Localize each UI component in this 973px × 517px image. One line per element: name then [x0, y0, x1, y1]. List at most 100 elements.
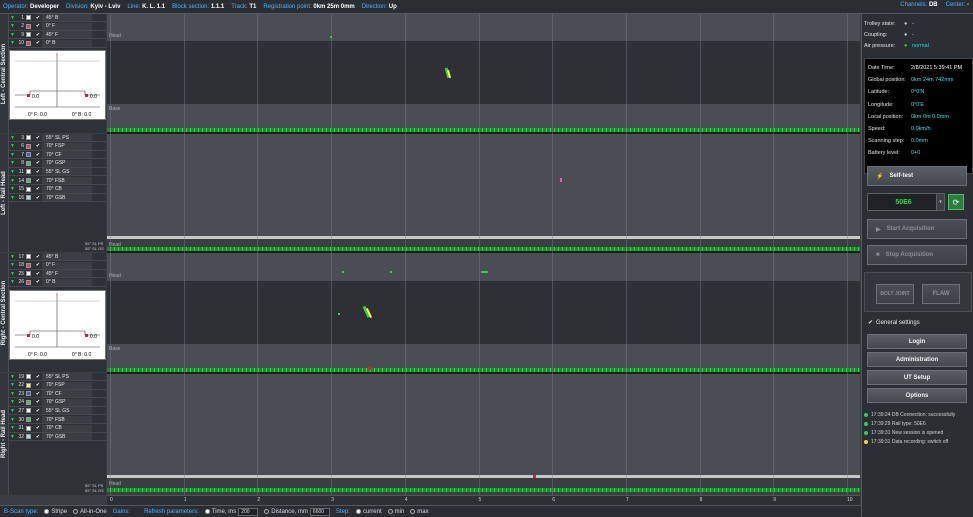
channel-visible-checkbox[interactable]: [34, 408, 42, 414]
bolt-joint-button[interactable]: BOLT JOINT: [876, 284, 914, 304]
log-status-dot: [864, 430, 868, 435]
channel-row[interactable]: ▼ 6 70° FSP: [9, 142, 106, 151]
channel-row[interactable]: ▼30 70° FSB: [9, 416, 106, 424]
stop-acquisition-button[interactable]: ■ Stop Acquisition: [867, 245, 967, 265]
channel-row[interactable]: ▼ 2 0° F: [9, 22, 106, 31]
options-label: Options: [905, 392, 929, 399]
rail-type-select[interactable]: 50E6: [867, 193, 940, 211]
channel-visible-checkbox[interactable]: [34, 382, 42, 388]
channel-number: 2: [21, 23, 24, 30]
channel-visible-checkbox[interactable]: [34, 195, 42, 201]
channel-visible-checkbox[interactable]: [34, 32, 42, 38]
start-acquisition-button[interactable]: ▶ Start Acquisition: [867, 219, 967, 239]
channel-visible-checkbox[interactable]: [34, 135, 42, 141]
channel-row[interactable]: ▼18 0° F: [9, 261, 106, 270]
channel-visible-checkbox[interactable]: [34, 279, 42, 285]
apply-icon[interactable]: ⟳: [948, 194, 964, 210]
channel-name: 70° GSB: [42, 194, 92, 202]
step-current-label: current: [362, 508, 382, 515]
channel-visible-checkbox[interactable]: [34, 374, 42, 380]
axis-tick-label: 1: [183, 497, 187, 503]
center-value[interactable]: -: [967, 2, 969, 8]
channel-row[interactable]: ▼15 70° CB: [9, 185, 106, 194]
time-input[interactable]: 200: [238, 507, 259, 516]
channel-row[interactable]: ▼25 45° F: [9, 270, 106, 279]
channel-row[interactable]: ▼ 9 45° F: [9, 31, 106, 40]
mini-val-right: 0.0: [90, 94, 97, 100]
refresh-parameters-label: Refresh parameters:: [144, 508, 199, 515]
ut-setup-button[interactable]: UT Setup: [867, 370, 967, 385]
channel-row[interactable]: ▼19 55° SL PS: [9, 373, 106, 381]
channels-value[interactable]: DB: [929, 2, 938, 8]
channel-color-swatch: [26, 408, 31, 414]
channel-row[interactable]: ▼ 8 70° GSP: [9, 159, 106, 168]
channel-gate-icon: ▼: [10, 23, 15, 30]
channel-row[interactable]: ▼17 45° B: [9, 253, 106, 261]
step-max-label: max: [417, 508, 429, 515]
channel-row[interactable]: ▼16 70° GSB: [9, 194, 106, 203]
channel-visible-checkbox[interactable]: [34, 160, 42, 166]
log-entry: 17:39:29 Rail type: 50E6: [864, 419, 972, 428]
chevron-down-icon[interactable]: ▾: [936, 193, 945, 211]
step-max-radio[interactable]: max: [410, 508, 429, 515]
step-current-radio[interactable]: current: [355, 508, 382, 515]
general-settings-toggle[interactable]: ✔ General settings: [868, 319, 920, 327]
channels-label: Channels:: [900, 2, 928, 8]
distance-field[interactable]: Distance, mm 6600: [264, 507, 330, 516]
channel-row[interactable]: ▼27 55° SL GS: [9, 407, 106, 416]
channel-row[interactable]: ▼22 70° FSP: [9, 381, 106, 390]
channel-visible-checkbox[interactable]: [34, 434, 42, 440]
speed-value: 0.0km/h: [911, 126, 931, 133]
bscan-area[interactable]: Head Base Head Head Base Head: [107, 14, 860, 495]
coupling-value: -: [912, 31, 914, 38]
administration-label: Administration: [895, 356, 939, 363]
channel-row[interactable]: ▼ 7 70° CF: [9, 151, 106, 160]
channel-visible-checkbox[interactable]: [34, 152, 42, 158]
flaw-button[interactable]: FLAW: [922, 284, 960, 304]
axis-tick-label: 2: [257, 497, 261, 503]
time-field[interactable]: Time, ms 200: [204, 507, 259, 516]
direction-value: Up: [388, 3, 397, 10]
channel-visible-checkbox[interactable]: [34, 262, 42, 268]
channel-row[interactable]: ▼ 1 45° B: [9, 14, 106, 22]
channel-number: 17: [18, 253, 24, 260]
channel-visible-checkbox[interactable]: [34, 40, 42, 46]
channel-visible-checkbox[interactable]: [34, 417, 42, 423]
channel-number: 30: [18, 416, 24, 423]
bscan-type-stripe-radio[interactable]: Stripe: [44, 509, 67, 515]
channel-visible-checkbox[interactable]: [34, 425, 42, 431]
channel-row[interactable]: ▼32 70° GSB: [9, 433, 106, 442]
options-button[interactable]: Options: [867, 388, 967, 403]
login-button[interactable]: Login: [867, 334, 967, 349]
channel-row[interactable]: ▼10 0° B: [9, 39, 106, 48]
bscan-type-allinone-radio[interactable]: All-in-One: [73, 509, 107, 515]
channel-visible-checkbox[interactable]: [34, 391, 42, 397]
channel-visible-checkbox[interactable]: [34, 271, 42, 277]
channel-visible-checkbox[interactable]: [34, 254, 42, 260]
step-min-radio[interactable]: min: [387, 509, 404, 515]
air-pressure-label: Air pressure:: [864, 42, 896, 49]
channel-name: 55° SL PS: [42, 373, 92, 380]
channel-row[interactable]: ▼11 55° SL GS: [9, 168, 106, 177]
channel-visible-checkbox[interactable]: [34, 15, 42, 21]
administration-button[interactable]: Administration: [867, 352, 967, 367]
channel-row[interactable]: ▼26 0° B: [9, 278, 106, 287]
channel-row[interactable]: ▼14 70° FSB: [9, 177, 106, 185]
self-test-button[interactable]: ⚡ Self-test: [867, 166, 967, 186]
channel-visible-checkbox[interactable]: [34, 186, 42, 192]
channel-visible-checkbox[interactable]: [34, 399, 42, 405]
channel-color-swatch: [26, 143, 31, 149]
channel-row[interactable]: ▼ 3 55° SL PS: [9, 134, 106, 142]
radio-icon: [264, 509, 270, 514]
channel-visible-checkbox[interactable]: [34, 178, 42, 184]
channel-row[interactable]: ▼23 70° CF: [9, 390, 106, 399]
channel-visible-checkbox[interactable]: [34, 143, 42, 149]
channel-color-swatch: [26, 195, 31, 201]
channel-row[interactable]: ▼31 70° CB: [9, 424, 106, 433]
mini-chart-left-svg: 0.0 0.0 0° F: 0.0 0° B: 0.0: [15, 53, 100, 118]
channel-visible-checkbox[interactable]: [34, 169, 42, 175]
channel-row[interactable]: ▼24 70° GSP: [9, 398, 106, 407]
channel-visible-checkbox[interactable]: [34, 23, 42, 29]
block-section-label: Block section:: [172, 3, 210, 10]
distance-input[interactable]: 6600: [309, 507, 330, 516]
